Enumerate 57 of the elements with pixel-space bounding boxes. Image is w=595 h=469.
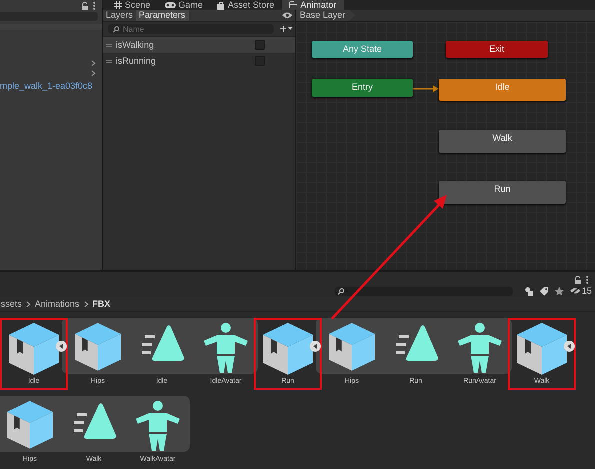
search-icon <box>113 26 120 33</box>
nodes-icon <box>288 1 298 9</box>
state-node[interactable]: Run <box>439 181 566 204</box>
search-field[interactable]: Name <box>108 24 274 34</box>
entry-node[interactable]: Entry <box>312 79 413 97</box>
avatar-figure-icon <box>135 401 181 451</box>
search-field[interactable] <box>334 286 513 296</box>
animation-clip-icon <box>393 323 439 363</box>
caret-icon <box>288 27 293 31</box>
menu-icon[interactable] <box>586 276 589 284</box>
sub-tab[interactable]: Layers <box>103 10 136 21</box>
model-package-icon <box>9 323 59 375</box>
drag-handle-icon[interactable] <box>106 44 112 46</box>
animation-clip-icon <box>71 401 117 441</box>
search-icon <box>338 288 345 294</box>
layer-breadcrumb[interactable]: Base Layer <box>296 10 356 21</box>
filter-type-icon[interactable] <box>524 286 534 296</box>
menu-icon[interactable] <box>93 2 96 10</box>
parameter-row[interactable]: isWalking <box>103 37 295 53</box>
star-icon[interactable] <box>554 286 564 296</box>
grid-icon <box>114 1 122 9</box>
breadcrumb-item[interactable]: Animations <box>35 299 80 309</box>
lock-icon[interactable] <box>81 2 89 10</box>
breadcrumb-item[interactable]: FBX <box>92 299 111 309</box>
sub-tab[interactable]: Parameters <box>136 10 189 21</box>
chevron-right-icon <box>26 300 32 308</box>
tag-icon[interactable] <box>540 286 549 296</box>
mesh-package-icon <box>7 401 53 449</box>
avatar-figure-icon <box>457 323 503 373</box>
exit-node[interactable]: Exit <box>446 41 548 58</box>
gamepad-icon <box>164 2 176 8</box>
add-button[interactable]: + <box>280 24 293 34</box>
breadcrumb-item[interactable]: ssets <box>1 299 22 309</box>
tab[interactable]: Asset Store <box>210 0 282 10</box>
bag-icon <box>217 0 226 10</box>
chevron-right-icon <box>84 300 89 308</box>
asset-link[interactable]: mple_walk_1-ea03f0c8 <box>0 81 93 91</box>
animation-clip-icon <box>139 323 185 363</box>
checkbox[interactable] <box>255 40 265 50</box>
model-package-icon <box>263 323 313 375</box>
drag-handle-icon[interactable] <box>106 60 112 62</box>
eye-icon[interactable] <box>282 12 293 19</box>
mesh-package-icon <box>329 323 375 371</box>
tab[interactable]: Scene <box>107 0 158 10</box>
mesh-package-icon <box>75 323 121 371</box>
eye-slash-icon <box>570 287 581 295</box>
model-package-icon <box>517 323 567 375</box>
transition-arrow <box>413 85 441 93</box>
parameter-name: isWalking <box>116 40 156 50</box>
avatar-figure-icon <box>203 323 249 373</box>
state-node[interactable]: Walk <box>439 130 566 153</box>
tab[interactable]: Animator <box>282 0 344 10</box>
lock-icon[interactable] <box>574 276 582 284</box>
tab[interactable]: Game <box>158 0 210 10</box>
parameter-row[interactable]: isRunning <box>103 53 295 69</box>
hidden-count-button[interactable]: 15 <box>570 286 592 296</box>
parameter-name: isRunning <box>116 56 158 66</box>
